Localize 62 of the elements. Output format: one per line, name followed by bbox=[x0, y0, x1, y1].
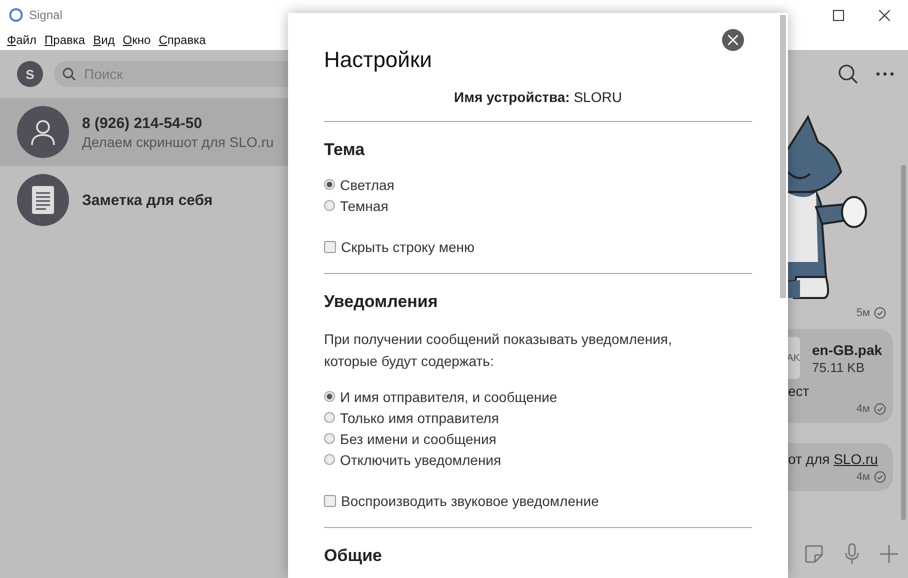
app-logo-icon bbox=[9, 8, 23, 22]
plus-icon[interactable] bbox=[880, 545, 898, 563]
menu-item[interactable]: Файл bbox=[3, 33, 41, 47]
conversation-item[interactable]: Заметка для себя bbox=[0, 166, 288, 234]
message-time: 4м bbox=[856, 471, 870, 483]
option-label: Отключить уведомления bbox=[340, 452, 502, 468]
file-name: en-GB.pak bbox=[812, 342, 882, 358]
option-label: Темная bbox=[340, 198, 388, 214]
dialog-title: Настройки bbox=[324, 47, 433, 73]
checkbox[interactable] bbox=[324, 494, 336, 506]
search-icon bbox=[62, 67, 76, 81]
radio-button[interactable] bbox=[324, 454, 335, 465]
maximize-icon bbox=[832, 10, 844, 20]
checkbox[interactable] bbox=[324, 240, 336, 252]
radio-button[interactable] bbox=[324, 433, 335, 444]
device-name: SLORU bbox=[574, 89, 622, 105]
note-icon bbox=[32, 186, 54, 214]
conversation-item[interactable]: 8 (926) 214-54-50 Делаем скриншот для SLO.ru bbox=[0, 98, 288, 166]
option-label: Без имени и сообщения bbox=[340, 430, 496, 446]
radio-button[interactable] bbox=[324, 412, 335, 423]
message-link[interactable]: SLO.ru bbox=[834, 451, 878, 467]
section-heading: Уведомления bbox=[324, 292, 439, 312]
window-title: Signal bbox=[29, 8, 62, 22]
radio-button[interactable] bbox=[324, 391, 335, 402]
conversation-title: 8 (926) 214-54-50 bbox=[82, 114, 204, 132]
close-icon bbox=[728, 35, 738, 45]
close-button[interactable] bbox=[722, 29, 744, 51]
message-preview: Делаем скриншот для SLO.ru bbox=[82, 134, 274, 150]
file-size: 75.11 KB bbox=[812, 360, 866, 374]
search-icon[interactable] bbox=[838, 64, 858, 84]
conversation-title: Заметка для себя bbox=[82, 192, 213, 208]
microphone-icon[interactable] bbox=[844, 543, 860, 565]
scrollbar[interactable] bbox=[901, 165, 906, 520]
scrollbar[interactable] bbox=[780, 15, 786, 298]
menu-item[interactable]: Правка bbox=[40, 33, 90, 47]
section-heading: Тема bbox=[324, 140, 366, 160]
menu-item[interactable]: Окно bbox=[118, 33, 155, 47]
radio-button[interactable] bbox=[324, 200, 335, 211]
message-text: ест bbox=[788, 383, 810, 399]
section-description: При получении сообщений показывать уведомления, которые будут содержать: bbox=[324, 330, 673, 371]
profile-avatar[interactable]: S bbox=[17, 61, 43, 87]
radio-button[interactable] bbox=[324, 179, 335, 190]
message-time: 4м bbox=[856, 403, 870, 415]
section-heading: Общие bbox=[324, 546, 383, 566]
person-icon bbox=[29, 118, 57, 146]
close-icon bbox=[878, 10, 890, 20]
more-icon[interactable] bbox=[876, 72, 894, 76]
checkbox-label: Скрыть строку меню bbox=[341, 238, 474, 254]
checkbox-label: Воспроизводить звуковое уведомление bbox=[341, 492, 599, 508]
option-label: Только имя отправителя bbox=[340, 410, 499, 426]
search-field[interactable]: Поиск bbox=[54, 61, 288, 87]
message-text: от для SLO.ru bbox=[788, 451, 879, 467]
menu-item[interactable]: Справка bbox=[154, 33, 210, 47]
option-label: Светлая bbox=[340, 176, 394, 192]
device-label: Имя устройства: bbox=[454, 89, 570, 105]
message-time: 5м bbox=[856, 307, 870, 319]
menu-item[interactable]: Вид bbox=[89, 33, 119, 47]
delivered-icon bbox=[874, 471, 886, 483]
option-label: И имя отправителя, и сообщение bbox=[340, 388, 558, 404]
delivered-icon bbox=[874, 403, 886, 415]
sticker-icon[interactable] bbox=[804, 544, 824, 564]
delivered-icon bbox=[874, 307, 886, 319]
